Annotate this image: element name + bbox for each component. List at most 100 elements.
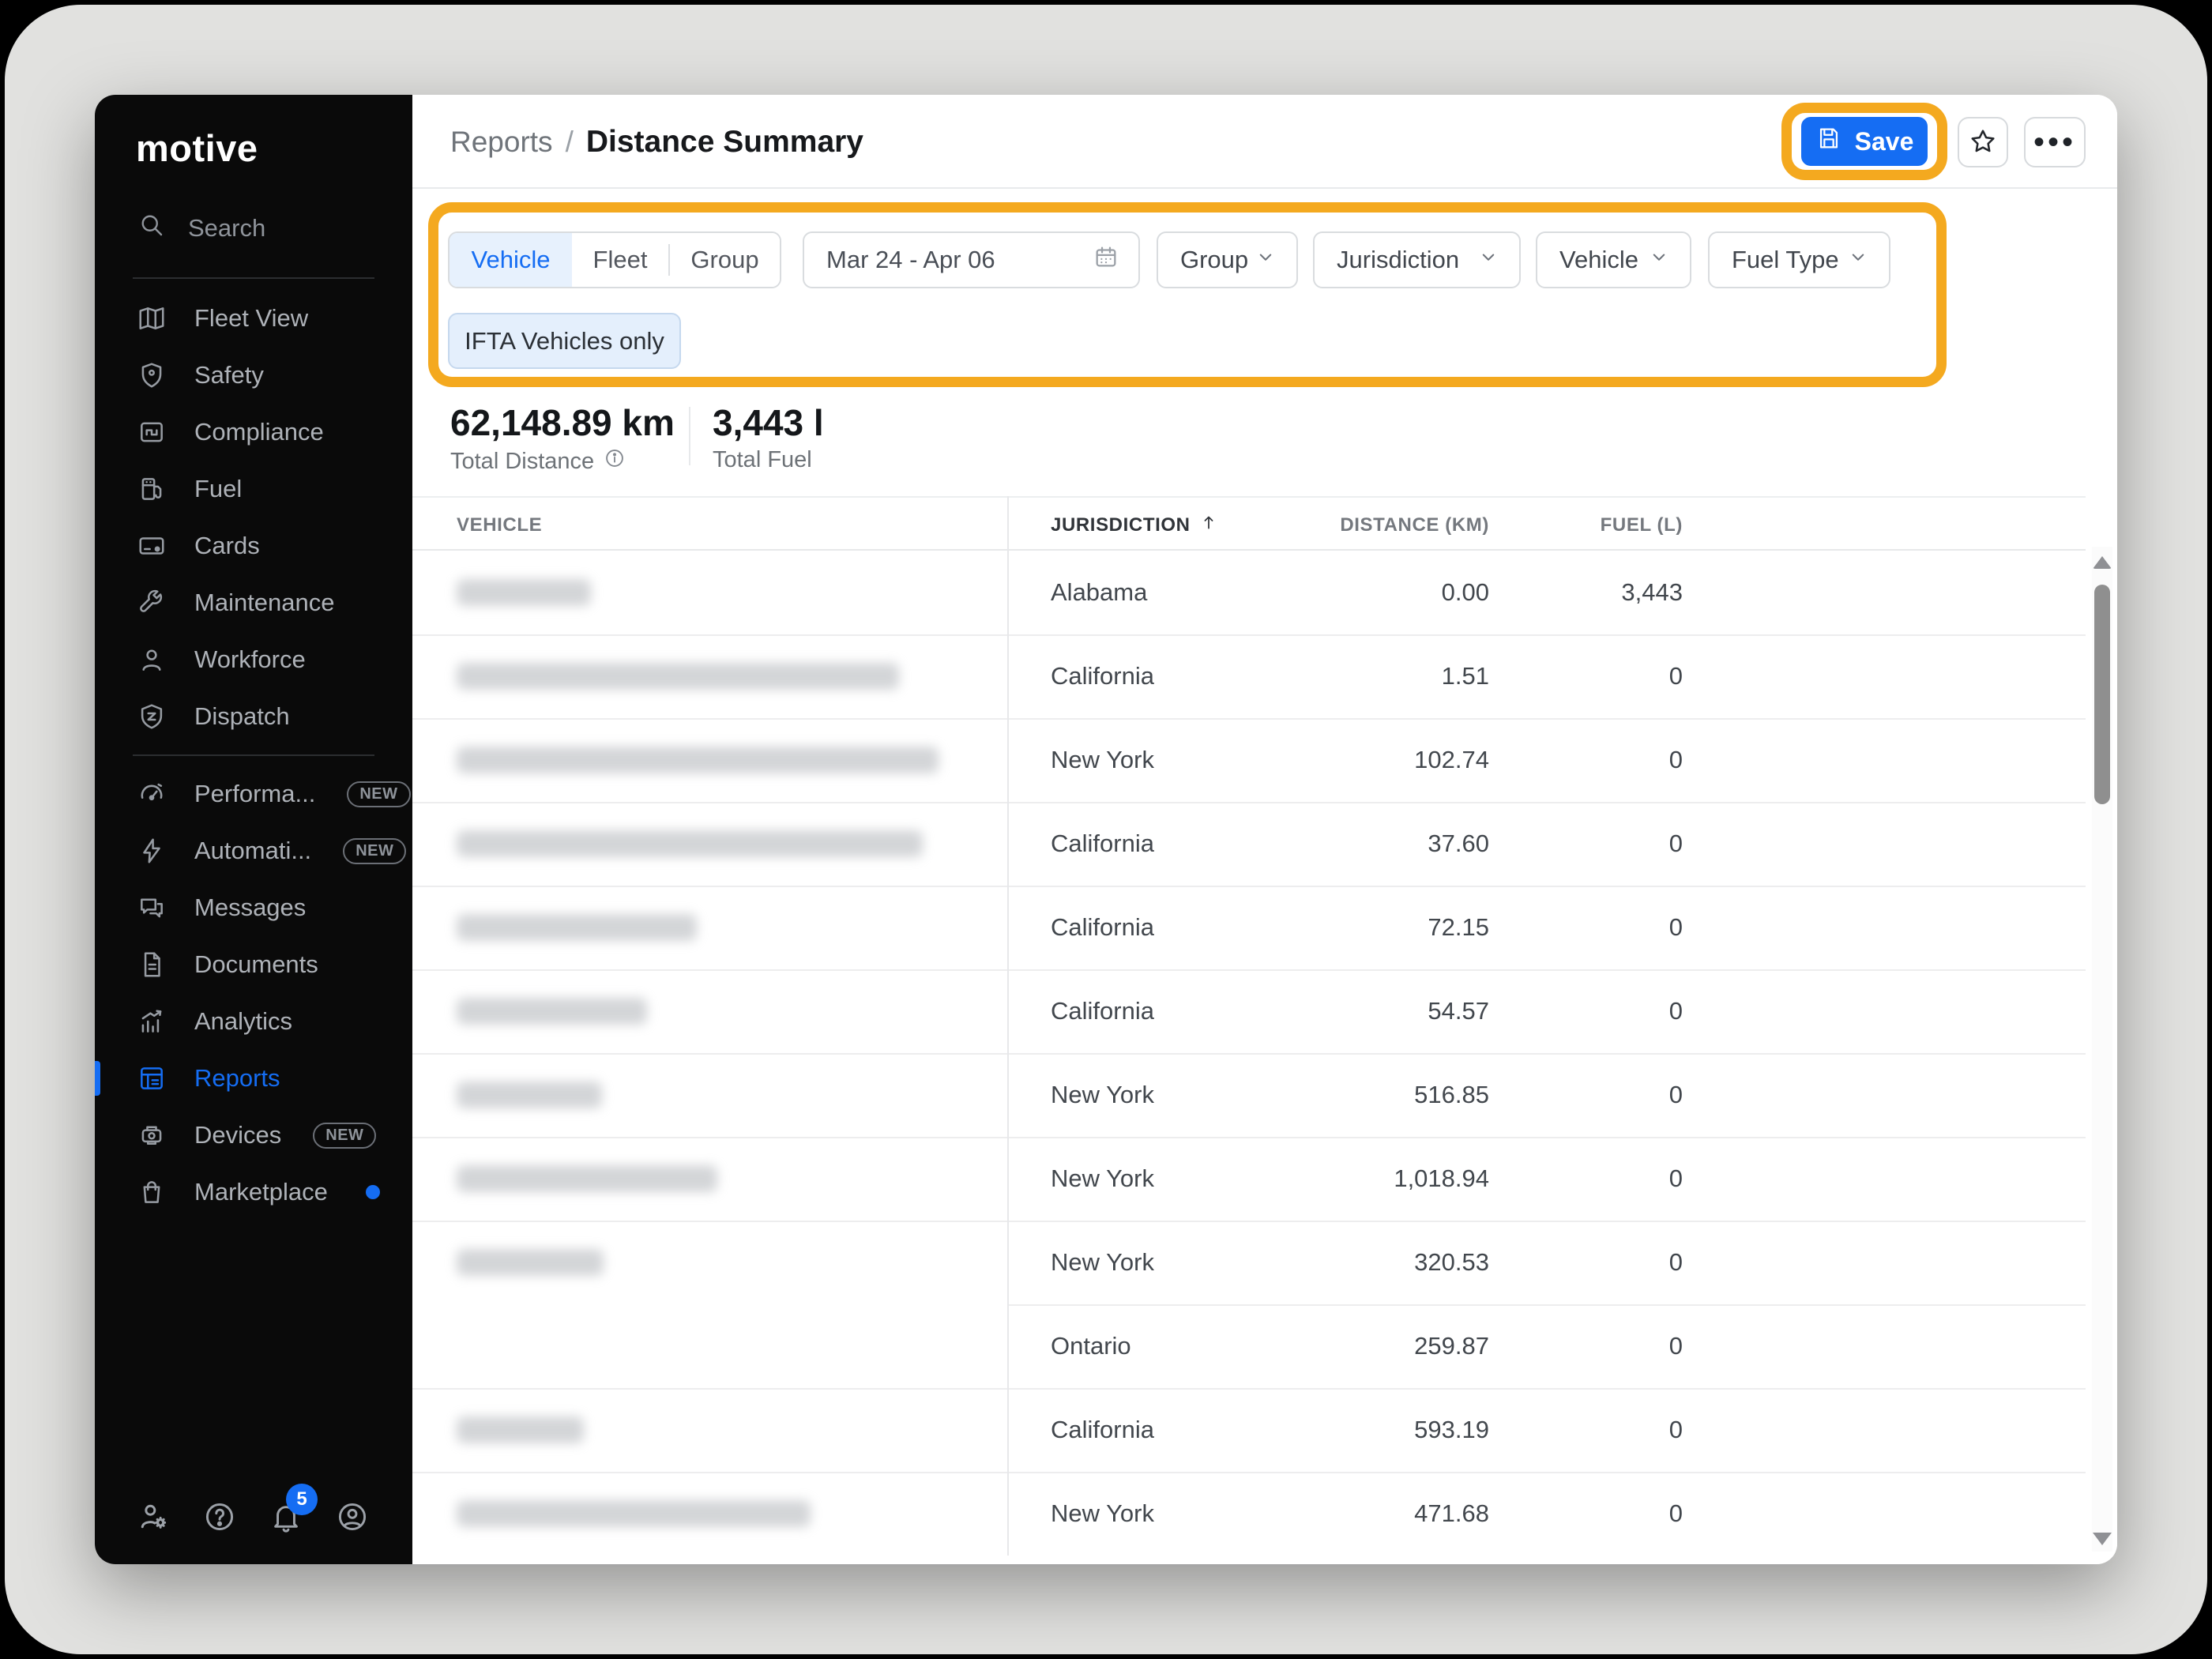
table-row[interactable]: New York 471.68 0 xyxy=(412,1472,2086,1556)
jurisdiction-filter-dropdown[interactable]: Jurisdiction xyxy=(1313,231,1521,288)
row-divider xyxy=(412,1221,1007,1222)
fuel-type-filter-dropdown[interactable]: Fuel Type xyxy=(1708,231,1890,288)
sidebar-item-label: Messages xyxy=(194,893,307,921)
sidebar-item-workforce[interactable]: Workforce xyxy=(95,631,412,688)
column-header-fuel[interactable]: FUEL (L) xyxy=(1601,498,1683,552)
sidebar-item-fleet-view[interactable]: Fleet View xyxy=(95,290,412,347)
total-distance-value: 62,148.89 km xyxy=(450,402,675,443)
ifta-vehicles-only-chip[interactable]: IFTA Vehicles only xyxy=(448,313,681,369)
totals-divider xyxy=(689,407,690,465)
row-divider xyxy=(1007,1472,2086,1473)
sidebar-item-label: Automati... xyxy=(194,837,312,864)
person-gear-icon xyxy=(136,1504,171,1537)
sidebar-divider xyxy=(133,277,374,279)
sidebar-item-messages[interactable]: Messages xyxy=(95,879,412,936)
sidebar-item-documents[interactable]: Documents xyxy=(95,936,412,993)
sidebar-divider xyxy=(133,754,374,756)
table-row[interactable]: Ontario 259.87 0 xyxy=(412,1304,2086,1388)
sidebar-search[interactable]: Search xyxy=(137,211,412,246)
segment-group[interactable]: Group xyxy=(670,233,780,287)
main-content: Reports / Distance Summary Save ••• Vehi… xyxy=(412,95,2117,1564)
vehicle-name-redacted xyxy=(457,1165,717,1192)
row-divider xyxy=(1007,634,2086,636)
sidebar-item-maintenance[interactable]: Maintenance xyxy=(95,574,412,631)
avatar-button[interactable] xyxy=(335,1499,371,1536)
scrollbar-down-arrow[interactable] xyxy=(2093,1533,2112,1545)
table-row[interactable]: New York 516.85 0 xyxy=(412,1053,2086,1137)
dropdown-label: Jurisdiction xyxy=(1337,246,1460,273)
table-scrollbar[interactable] xyxy=(2092,547,2112,1552)
dropdown-label: Vehicle xyxy=(1559,246,1638,273)
scrollbar-thumb[interactable] xyxy=(2094,585,2110,804)
vehicle-filter-dropdown[interactable]: Vehicle xyxy=(1536,231,1691,288)
sidebar-item-devices[interactable]: Devices NEW xyxy=(95,1107,412,1164)
sidebar-item-label: Fleet View xyxy=(194,304,309,332)
table-row[interactable]: California 54.57 0 xyxy=(412,969,2086,1053)
row-divider xyxy=(412,969,1007,971)
row-divider xyxy=(412,718,1007,720)
table-row[interactable]: California 1.51 0 xyxy=(412,634,2086,718)
table-row[interactable]: New York 1,018.94 0 xyxy=(412,1137,2086,1221)
sidebar-item-reports[interactable]: Reports xyxy=(95,1050,412,1107)
breadcrumb-reports-link[interactable]: Reports xyxy=(450,126,553,159)
segment-fleet[interactable]: Fleet xyxy=(572,233,668,287)
distance-cell: 1,018.94 xyxy=(1394,1164,1489,1192)
table-row[interactable]: New York 102.74 0 xyxy=(412,718,2086,802)
sidebar-item-compliance[interactable]: Compliance xyxy=(95,404,412,461)
person-gear-button[interactable] xyxy=(136,1499,172,1536)
total-fuel-label: Total Fuel xyxy=(713,447,812,472)
sidebar-item-label: Reports xyxy=(194,1064,280,1092)
help-icon xyxy=(202,1503,237,1537)
date-range-field[interactable]: Mar 24 - Apr 06 xyxy=(803,231,1140,288)
favorite-button[interactable] xyxy=(1958,117,2008,167)
fuel-cell: 0 xyxy=(1668,1416,1683,1443)
save-button[interactable]: Save xyxy=(1801,117,1928,166)
distance-cell: 102.74 xyxy=(1414,746,1489,773)
dropdown-label: Fuel Type xyxy=(1732,246,1839,273)
table-row[interactable]: California 37.60 0 xyxy=(412,802,2086,886)
help-button[interactable] xyxy=(202,1499,239,1536)
compliance-icon xyxy=(136,416,167,448)
motive-logo: motive xyxy=(136,127,258,169)
distance-cell: 72.15 xyxy=(1428,913,1489,941)
scrollbar-up-arrow[interactable] xyxy=(2093,556,2112,569)
fuel-icon xyxy=(136,473,167,505)
bolt-icon xyxy=(136,835,167,867)
sidebar-item-label: Cards xyxy=(194,532,260,559)
new-badge: NEW xyxy=(313,1122,377,1149)
sidebar-item-performa[interactable]: Performa... NEW xyxy=(95,766,412,822)
fuel-cell: 0 xyxy=(1668,1248,1683,1276)
sidebar-footer: 5 xyxy=(136,1484,371,1536)
row-divider xyxy=(412,802,1007,803)
sidebar-item-safety[interactable]: Safety xyxy=(95,347,412,404)
sidebar-item-cards[interactable]: Cards xyxy=(95,517,412,574)
group-filter-dropdown[interactable]: Group xyxy=(1157,231,1298,288)
jurisdiction-cell: California xyxy=(1051,830,1154,857)
column-header-jurisdiction[interactable]: JURISDICTION xyxy=(1051,498,1219,552)
sidebar-item-marketplace[interactable]: Marketplace xyxy=(95,1164,412,1221)
chevron-down-icon xyxy=(1846,245,1870,275)
ellipsis-icon: ••• xyxy=(2033,124,2076,160)
document-icon xyxy=(136,949,167,980)
sidebar-item-analytics[interactable]: Analytics xyxy=(95,993,412,1050)
sidebar-item-dispatch[interactable]: Dispatch xyxy=(95,688,412,745)
table-row[interactable]: Alabama 0.00 3,443 xyxy=(412,551,2086,634)
more-options-button[interactable]: ••• xyxy=(2024,117,2086,167)
bell-button[interactable]: 5 xyxy=(269,1484,318,1536)
table-row[interactable]: California 72.15 0 xyxy=(412,886,2086,969)
vehicle-name-redacted xyxy=(457,663,899,690)
info-icon[interactable] xyxy=(604,447,626,476)
new-badge: NEW xyxy=(343,837,407,864)
table-row[interactable]: California 593.19 0 xyxy=(412,1388,2086,1472)
table-column-divider xyxy=(1007,496,1009,1556)
search-icon xyxy=(137,211,166,246)
sidebar-item-fuel[interactable]: Fuel xyxy=(95,461,412,517)
segment-vehicle[interactable]: Vehicle xyxy=(450,233,572,287)
column-header-distance[interactable]: DISTANCE (KM) xyxy=(1340,498,1489,552)
calendar-icon xyxy=(1093,243,1119,276)
column-header-vehicle[interactable]: VEHICLE xyxy=(457,498,542,552)
sidebar-item-automati[interactable]: Automati... NEW xyxy=(95,822,412,879)
row-divider xyxy=(412,1137,1007,1138)
table-row[interactable]: New York 320.53 0 xyxy=(412,1221,2086,1304)
sidebar-item-label: Analytics xyxy=(194,1007,293,1035)
